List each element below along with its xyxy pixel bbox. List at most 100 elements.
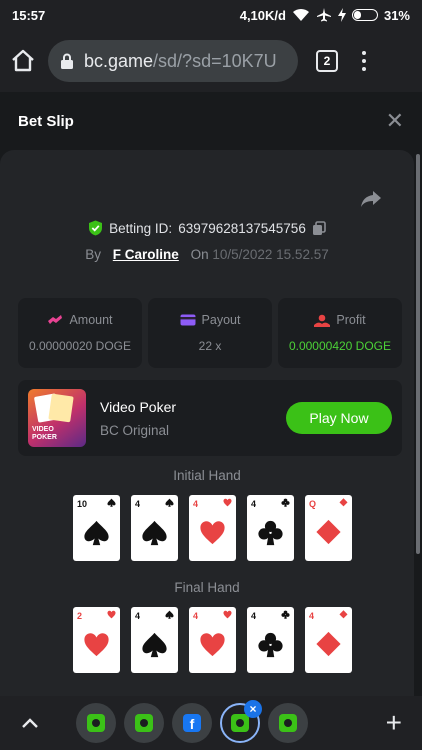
tab-strip: f × +	[0, 696, 422, 750]
close-tab-badge[interactable]: ×	[244, 700, 262, 718]
tab-thumbnail-4[interactable]: ×	[220, 700, 262, 743]
initial-hand-card-3: 4	[189, 495, 236, 561]
card-rank: 4	[193, 499, 199, 509]
bettor-row: By F Caroline On 10/5/2022 15.52.57	[0, 247, 414, 262]
heart-suit-icon	[200, 633, 225, 657]
spade-icon	[165, 498, 174, 507]
spade-icon	[107, 498, 116, 507]
betting-id-row: Betting ID: 63979628137545756	[0, 220, 414, 236]
club-suit-icon	[258, 520, 283, 546]
copy-icon[interactable]	[312, 220, 326, 236]
bet-slip-header: Bet Slip ✕	[0, 92, 422, 150]
final-hand: 2 4 4 4 4	[73, 607, 352, 673]
close-icon[interactable]: ✕	[386, 108, 404, 134]
diamond-suit-icon	[316, 631, 341, 657]
more-menu-icon[interactable]	[362, 51, 366, 71]
charging-icon	[337, 8, 346, 22]
bet-stats: Amount 0.00000020 DOGE Payout 22 x Profi…	[18, 298, 402, 368]
on-label: On	[190, 247, 209, 262]
spade-icon	[165, 610, 174, 619]
status-time: 15:57	[12, 7, 46, 23]
tab-thumbnail-1[interactable]	[76, 703, 116, 743]
initial-hand: 10 4 4 4 Q	[73, 495, 352, 561]
chevron-up-icon[interactable]	[20, 716, 40, 730]
thumb-text-1: VIDEO	[32, 426, 54, 433]
bet-slip-title: Bet Slip	[18, 112, 74, 130]
profit-stat: Profit 0.00000420 DOGE	[278, 298, 402, 368]
by-label: By	[85, 247, 102, 262]
payout-stat: Payout 22 x	[148, 298, 272, 368]
initial-hand-card-4: 4	[247, 495, 294, 561]
card-rank: 4	[193, 611, 199, 621]
initial-hand-card-5: Q	[305, 495, 352, 561]
diamond-icon	[339, 498, 348, 507]
battery-percent: 31%	[383, 7, 410, 23]
airplane-icon	[316, 8, 331, 22]
new-tab-button[interactable]: +	[386, 707, 402, 739]
verified-shield-icon	[89, 220, 103, 236]
diamond-suit-icon	[316, 519, 341, 545]
facebook-icon: f	[183, 714, 201, 732]
username-link[interactable]: F Caroline	[113, 247, 179, 262]
game-name: Video Poker	[100, 398, 177, 415]
diamond-icon	[339, 610, 348, 619]
bet-slip-panel: Betting ID: 63979628137545756 By F Carol…	[0, 150, 414, 696]
profit-value: 0.00000420 DOGE	[288, 339, 392, 353]
url-path: /sd/?sd=10K7U	[153, 50, 277, 71]
spade-suit-icon	[84, 520, 109, 546]
card-rank: 4	[251, 499, 257, 509]
final-hand-card-1: 2	[73, 607, 120, 673]
amount-label: Amount	[69, 313, 113, 327]
heart-suit-icon	[200, 521, 225, 545]
heart-icon	[223, 610, 232, 619]
game-subtitle: BC Original	[100, 422, 170, 438]
payout-icon	[180, 314, 196, 326]
card-rank: 4	[309, 611, 315, 621]
tab-thumbnail-3[interactable]: f	[172, 703, 212, 743]
bc-game-icon	[135, 714, 153, 732]
share-icon[interactable]	[360, 190, 382, 208]
bc-game-icon	[231, 714, 249, 732]
betting-id-label: Betting ID:	[109, 220, 173, 236]
club-suit-icon	[258, 632, 283, 658]
club-icon	[281, 498, 290, 507]
battery-icon	[351, 9, 378, 21]
amount-value: 0.00000020 DOGE	[28, 339, 132, 353]
club-icon	[281, 610, 290, 619]
card-rank: 4	[251, 611, 257, 621]
final-hand-card-2: 4	[131, 607, 178, 673]
profit-icon	[314, 314, 331, 327]
tab-thumbnail-5[interactable]	[268, 703, 308, 743]
card-rank: Q	[309, 499, 317, 509]
tab-switcher-button[interactable]: 2	[316, 50, 338, 72]
initial-hand-label: Initial Hand	[173, 468, 241, 483]
final-hand-card-5: 4	[305, 607, 352, 673]
page-content: Bet Slip ✕ Betting ID: 63979628137545756…	[0, 92, 422, 696]
page-scrollbar[interactable]	[416, 154, 420, 554]
url-domain: bc.game	[84, 50, 154, 71]
address-bar[interactable]: bc.game/sd/?sd=10K7U	[48, 40, 298, 82]
wifi-icon	[292, 8, 309, 21]
bc-game-icon	[87, 714, 105, 732]
payout-value: 22 x	[198, 339, 222, 353]
card-rank: 4	[135, 499, 141, 509]
bet-datetime: 10/5/2022 15.52.57	[212, 247, 329, 262]
heart-suit-icon	[84, 633, 109, 657]
initial-hand-card-2: 4	[131, 495, 178, 561]
game-card: VIDEO POKER Video Poker BC Original Play …	[18, 380, 402, 456]
home-icon[interactable]	[10, 48, 36, 74]
tab-thumbnail-2[interactable]	[124, 703, 164, 743]
play-now-button[interactable]: Play Now	[286, 402, 392, 434]
card-rank: 4	[135, 611, 141, 621]
heart-icon	[223, 498, 232, 507]
final-hand-label: Final Hand	[174, 580, 240, 595]
lock-icon	[61, 53, 73, 69]
initial-hand-card-1: 10	[73, 495, 120, 561]
video-poker-thumbnail: VIDEO POKER	[28, 389, 86, 447]
payout-label: Payout	[201, 313, 241, 327]
thumb-text-2: POKER	[32, 434, 57, 441]
final-hand-card-4: 4	[247, 607, 294, 673]
status-bar: 15:57 4,10K/d 31%	[0, 0, 422, 30]
amount-stat: Amount 0.00000020 DOGE	[18, 298, 142, 368]
bc-game-icon	[279, 714, 297, 732]
